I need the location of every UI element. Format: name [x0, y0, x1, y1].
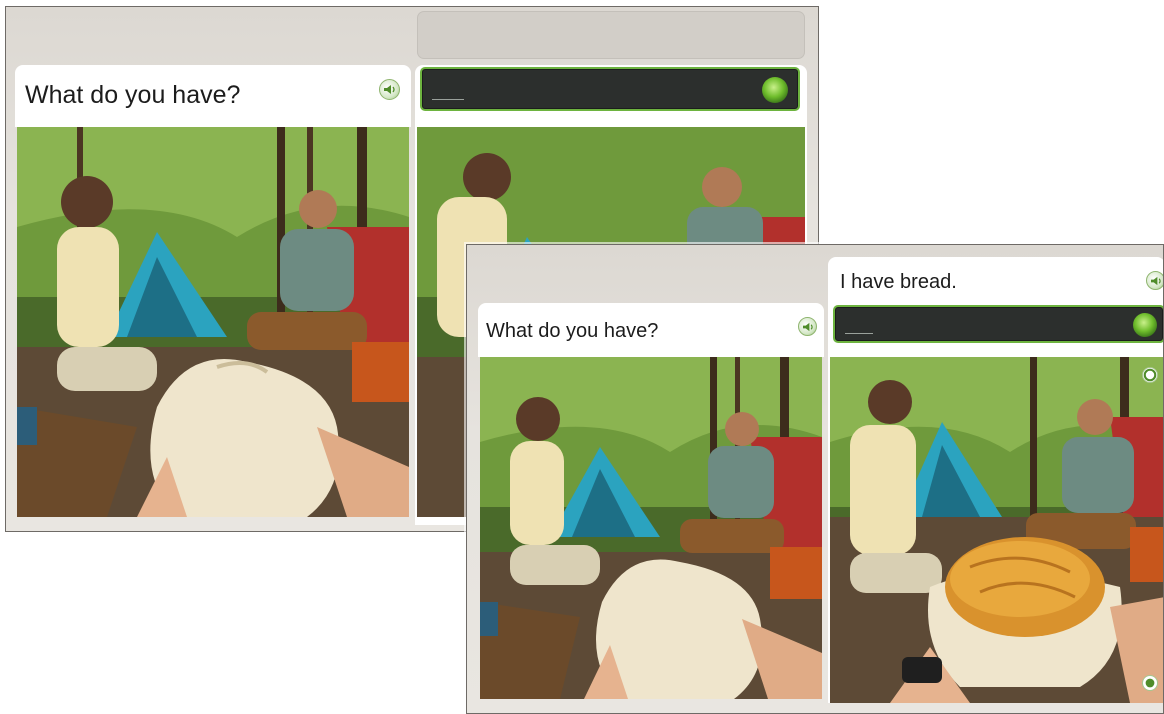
answer-panel: I have bread.: [828, 257, 1163, 703]
info-icon[interactable]: [1142, 367, 1158, 383]
input-underline: [845, 333, 873, 334]
microphone-button-icon[interactable]: [762, 77, 788, 103]
answer-header-empty: [417, 11, 805, 59]
prompt-bubble: What do you have?: [15, 65, 411, 138]
answer-text: I have bread.: [840, 271, 957, 293]
speaker-icon[interactable]: [1146, 271, 1163, 290]
prompt-text: What do you have?: [486, 320, 659, 342]
speech-input-bar[interactable]: [420, 67, 800, 111]
prompt-panel: What do you have?: [478, 303, 824, 703]
speaker-icon[interactable]: [798, 317, 817, 336]
speaker-icon[interactable]: [379, 79, 400, 100]
info-icon[interactable]: [1142, 675, 1158, 691]
campsite-photo-question: [480, 357, 822, 699]
prompt-panel: What do you have?: [15, 65, 411, 525]
lesson-screen-answered: What do you have? I have bread.: [466, 244, 1164, 714]
campsite-photo-bread: [830, 357, 1163, 703]
campsite-photo-question: [17, 127, 409, 517]
microphone-button-icon[interactable]: [1133, 313, 1157, 337]
prompt-text: What do you have?: [25, 81, 241, 109]
input-underline: [432, 99, 464, 100]
speech-input-bar[interactable]: [833, 305, 1163, 343]
prompt-bubble: What do you have?: [478, 303, 824, 368]
